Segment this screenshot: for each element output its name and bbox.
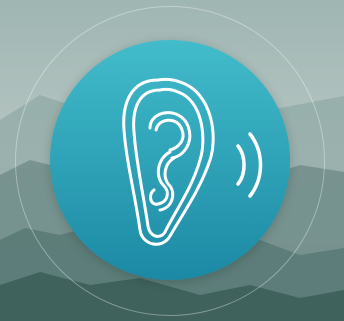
- hearing-app-splash: [0, 0, 344, 321]
- ear-icon: [122, 77, 263, 246]
- sound-waves-icon: [236, 132, 263, 198]
